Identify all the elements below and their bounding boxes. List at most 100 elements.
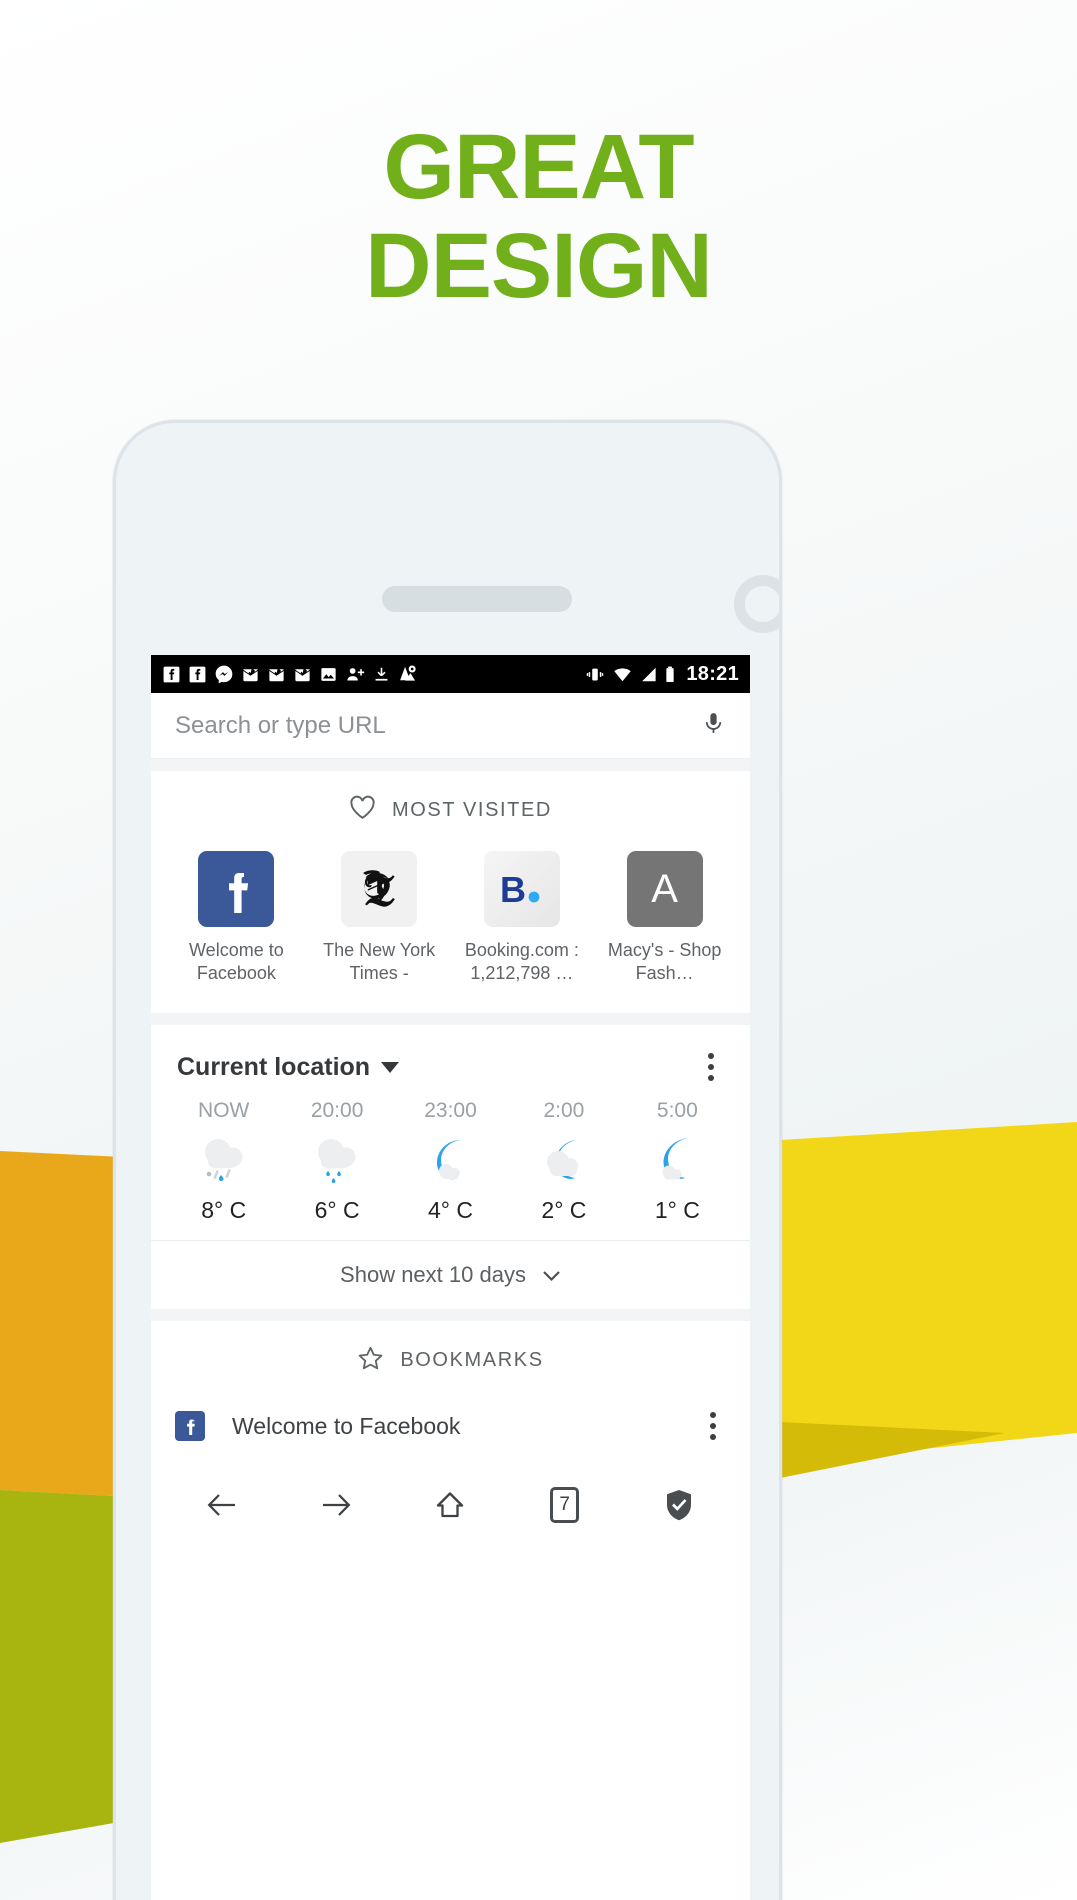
weather-location-selector[interactable]: Current location	[177, 1052, 400, 1082]
weather-forecast-item: 23:00 4° C	[394, 1099, 507, 1224]
earpiece-speaker-icon	[382, 586, 572, 612]
most-visited-tile[interactable]: A Macy's - Shop Fash…	[593, 851, 736, 987]
most-visited-tile[interactable]: B Booking.com : 1,212,798 …	[451, 851, 594, 987]
phone-screen: 18:21 Search or type URL MOST VISITED We…	[151, 655, 750, 1900]
photos-icon	[321, 667, 336, 681]
weather-overflow-menu-icon[interactable]	[698, 1047, 724, 1087]
signal-icon	[642, 667, 656, 681]
bookmark-overflow-menu-icon[interactable]	[700, 1406, 726, 1446]
weather-forecast-row: NOW 8° C 20:00 6° C 23:00 4° C 2:00 2° C…	[151, 1093, 750, 1240]
wifi-icon	[614, 667, 632, 681]
home-icon	[437, 1492, 464, 1518]
gmail-icon	[269, 667, 284, 681]
macys-avatar-letter: A	[651, 866, 678, 911]
most-visited-title: MOST VISITED	[392, 798, 552, 821]
most-visited-tiles: Welcome to Facebook 𝔗	[151, 839, 750, 1013]
most-visited-tile-label: Macy's - Shop Fash…	[607, 940, 722, 984]
battery-icon	[666, 666, 674, 682]
svg-text:B: B	[500, 869, 526, 910]
omnibox[interactable]: Search or type URL	[151, 693, 750, 759]
most-visited-header: MOST VISITED	[151, 771, 750, 839]
most-visited-card: MOST VISITED Welcome to Facebook 𝔗	[151, 771, 750, 1013]
bookmark-list-item[interactable]: Welcome to Facebook	[151, 1390, 750, 1462]
tab-count-badge: 7	[550, 1487, 580, 1523]
moon-small-cloud-icon	[419, 1129, 483, 1191]
status-bar-clock: 18:21	[686, 662, 739, 685]
star-outline-icon	[357, 1345, 384, 1376]
back-button[interactable]	[189, 1472, 255, 1538]
front-camera-icon	[734, 575, 779, 633]
forecast-temp: 2° C	[541, 1197, 587, 1223]
weather-forecast-item: 2:00 2° C	[507, 1099, 620, 1224]
bookmarks-card: BOOKMARKS Welcome to Facebook	[151, 1321, 750, 1462]
microphone-icon[interactable]	[701, 708, 726, 743]
booking-logo-icon: B	[483, 851, 560, 927]
facebook-icon	[163, 666, 180, 682]
most-visited-tile[interactable]: Welcome to Facebook	[165, 851, 308, 987]
cloud-sleet-icon	[192, 1129, 256, 1191]
headline-line-1: GREAT	[383, 116, 694, 218]
download-icon	[375, 667, 388, 681]
forecast-temp: 8° C	[201, 1197, 247, 1223]
weather-header: Current location	[151, 1025, 750, 1093]
band-yellow-right	[780, 1122, 1077, 1464]
weather-forecast-item: 20:00 6° C	[280, 1099, 393, 1224]
forecast-time: 20:00	[310, 1099, 364, 1122]
add-person-icon	[347, 667, 365, 681]
forward-button[interactable]	[303, 1472, 369, 1538]
forecast-temp: 1° C	[654, 1197, 700, 1223]
headline-line-2: DESIGN	[365, 215, 713, 318]
shield-check-icon	[666, 1490, 691, 1521]
forecast-time: NOW	[198, 1099, 250, 1122]
most-visited-tile-label: Booking.com : 1,212,798 …	[464, 940, 579, 984]
bookmarks-header: BOOKMARKS	[151, 1321, 750, 1390]
weather-card: Current location NOW 8° C 20:00 6° C 23:…	[151, 1025, 750, 1309]
phone-mockup: 18:21 Search or type URL MOST VISITED We…	[113, 420, 782, 1900]
page-title: GREAT DESIGN	[0, 116, 1077, 318]
section-divider	[151, 759, 750, 771]
forecast-temp: 4° C	[428, 1197, 474, 1223]
nyt-logo-icon: 𝔗	[341, 851, 418, 927]
section-divider	[151, 1309, 750, 1321]
status-bar-notification-icons	[162, 664, 584, 684]
forecast-temp: 6° C	[314, 1197, 360, 1223]
maps-icon	[400, 665, 416, 681]
macys-avatar-icon: A	[626, 851, 703, 927]
most-visited-tile-label: Welcome to Facebook	[189, 940, 284, 984]
cloud-moon-icon	[532, 1129, 596, 1191]
chevron-down-icon	[542, 1262, 561, 1288]
status-bar-system-icons: 18:21	[584, 663, 739, 686]
forward-arrow-icon	[323, 1494, 351, 1516]
tab-switcher-button[interactable]: 7	[532, 1472, 598, 1538]
cloud-rain-icon	[305, 1129, 369, 1191]
weather-forecast-item: 5:00 1° C	[621, 1099, 734, 1224]
weather-location-label: Current location	[177, 1052, 371, 1081]
back-arrow-icon	[207, 1494, 236, 1516]
facebook-icon	[189, 666, 206, 682]
moon-cloud-icon	[645, 1129, 709, 1191]
forecast-time: 5:00	[656, 1099, 698, 1122]
chevron-down-icon	[381, 1061, 400, 1073]
heart-icon	[349, 795, 376, 825]
gmail-icon	[295, 667, 310, 681]
vibrate-icon	[587, 668, 604, 680]
section-divider	[151, 1013, 750, 1025]
forecast-time: 23:00	[424, 1099, 477, 1122]
home-button[interactable]	[417, 1472, 483, 1538]
search-input[interactable]: Search or type URL	[175, 712, 701, 740]
show-next-10-days-label: Show next 10 days	[340, 1262, 526, 1287]
bookmarks-title: BOOKMARKS	[400, 1349, 544, 1371]
most-visited-tile[interactable]: 𝔗 The New York Times - Breaking New…	[308, 851, 451, 987]
security-shield-button[interactable]	[646, 1472, 712, 1538]
weather-forecast-item: NOW 8° C	[167, 1099, 280, 1224]
bookmark-title: Welcome to Facebook	[232, 1412, 461, 1439]
show-next-10-days-button[interactable]: Show next 10 days	[151, 1240, 750, 1309]
facebook-logo-icon	[198, 851, 275, 927]
forecast-time: 2:00	[543, 1099, 585, 1122]
browser-bottom-toolbar: 7	[151, 1462, 750, 1548]
messenger-icon	[215, 665, 233, 684]
gmail-icon	[243, 667, 258, 681]
facebook-favicon-icon	[175, 1411, 205, 1441]
status-bar: 18:21	[151, 655, 750, 693]
most-visited-tile-label: The New York Times - Breaking New…	[323, 940, 436, 987]
